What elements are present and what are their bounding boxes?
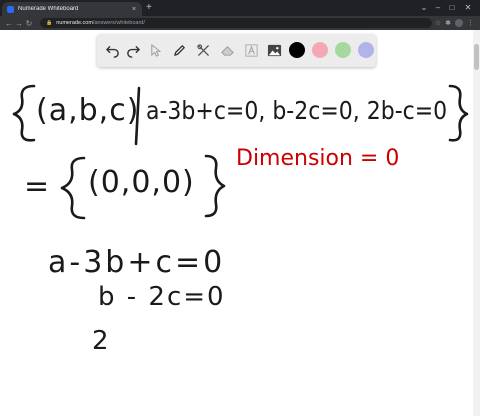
color-swatch-green[interactable] bbox=[335, 42, 351, 58]
redo-icon[interactable] bbox=[125, 42, 142, 59]
image-icon[interactable] bbox=[266, 42, 283, 59]
forward-icon[interactable]: → bbox=[14, 19, 24, 28]
equals-sign-text: = bbox=[24, 169, 51, 204]
bookmark-star-icon[interactable]: ☆ bbox=[435, 19, 441, 27]
solution-left-brace-stroke bbox=[60, 156, 86, 220]
address-bar[interactable]: 🔒 numerade.com /answers/whiteboard/ bbox=[40, 18, 432, 28]
tab-close-icon[interactable]: × bbox=[130, 6, 138, 13]
minimize-icon[interactable]: – bbox=[432, 2, 444, 14]
select-icon[interactable] bbox=[147, 42, 164, 59]
browser-toolbar: ← → ↻ 🔒 numerade.com /answers/whiteboard… bbox=[0, 16, 480, 30]
page-scrollbar[interactable] bbox=[473, 30, 480, 416]
back-icon[interactable]: ← bbox=[4, 19, 14, 28]
new-tab-button[interactable]: + bbox=[146, 2, 152, 14]
equation-2: b - 2c=0 bbox=[98, 282, 226, 312]
whiteboard-toolbar bbox=[97, 34, 376, 67]
text-icon[interactable] bbox=[243, 42, 260, 59]
tab-title: Numerade Whiteboard bbox=[18, 6, 79, 12]
menu-kebab-icon[interactable]: ⋮ bbox=[467, 19, 474, 27]
color-swatch-lavender[interactable] bbox=[358, 42, 374, 58]
dimension-label: Dimension = 0 bbox=[236, 146, 400, 171]
solution-right-brace-stroke bbox=[204, 154, 226, 218]
tab-search-icon[interactable]: ⌄ bbox=[418, 2, 430, 14]
maximize-icon[interactable]: □ bbox=[446, 2, 458, 14]
browser-tab[interactable]: Numerade Whiteboard × bbox=[2, 2, 142, 16]
equation-1: a-3b+c=0 bbox=[48, 245, 226, 280]
pen-icon[interactable] bbox=[171, 42, 188, 59]
scrollbar-thumb[interactable] bbox=[474, 44, 479, 70]
url-host: numerade.com bbox=[56, 20, 93, 26]
extensions-icon[interactable]: ✱ bbox=[445, 19, 451, 27]
browser-titlebar: Numerade Whiteboard × + ⌄ – □ ✕ bbox=[0, 0, 480, 16]
left-brace-stroke bbox=[12, 84, 36, 142]
zero-vector-text: (0,0,0) bbox=[88, 165, 195, 200]
right-brace-stroke bbox=[448, 84, 469, 142]
lock-icon: 🔒 bbox=[46, 20, 53, 26]
set-line-conditions-text: a-3b+c=0, b-2c=0, 2b-c=0 bbox=[146, 96, 448, 125]
whiteboard-canvas[interactable]: (a,b,c) a-3b+c=0, b-2c=0, 2b-c=0 = (0,0,… bbox=[0, 68, 472, 416]
eraser-icon[interactable] bbox=[219, 42, 236, 59]
equation-3-start: 2 bbox=[92, 326, 110, 356]
color-swatch-black[interactable] bbox=[289, 42, 305, 58]
reload-icon[interactable]: ↻ bbox=[24, 19, 34, 28]
set-line-left-text: (a,b,c) bbox=[36, 93, 140, 128]
undo-icon[interactable] bbox=[104, 42, 121, 59]
window-close-icon[interactable]: ✕ bbox=[462, 2, 474, 14]
numerade-favicon-icon bbox=[7, 5, 14, 13]
profile-avatar[interactable] bbox=[455, 19, 463, 27]
url-path: /answers/whiteboard/ bbox=[92, 20, 145, 26]
shapes-icon[interactable] bbox=[195, 42, 212, 59]
color-swatch-pink[interactable] bbox=[312, 42, 328, 58]
